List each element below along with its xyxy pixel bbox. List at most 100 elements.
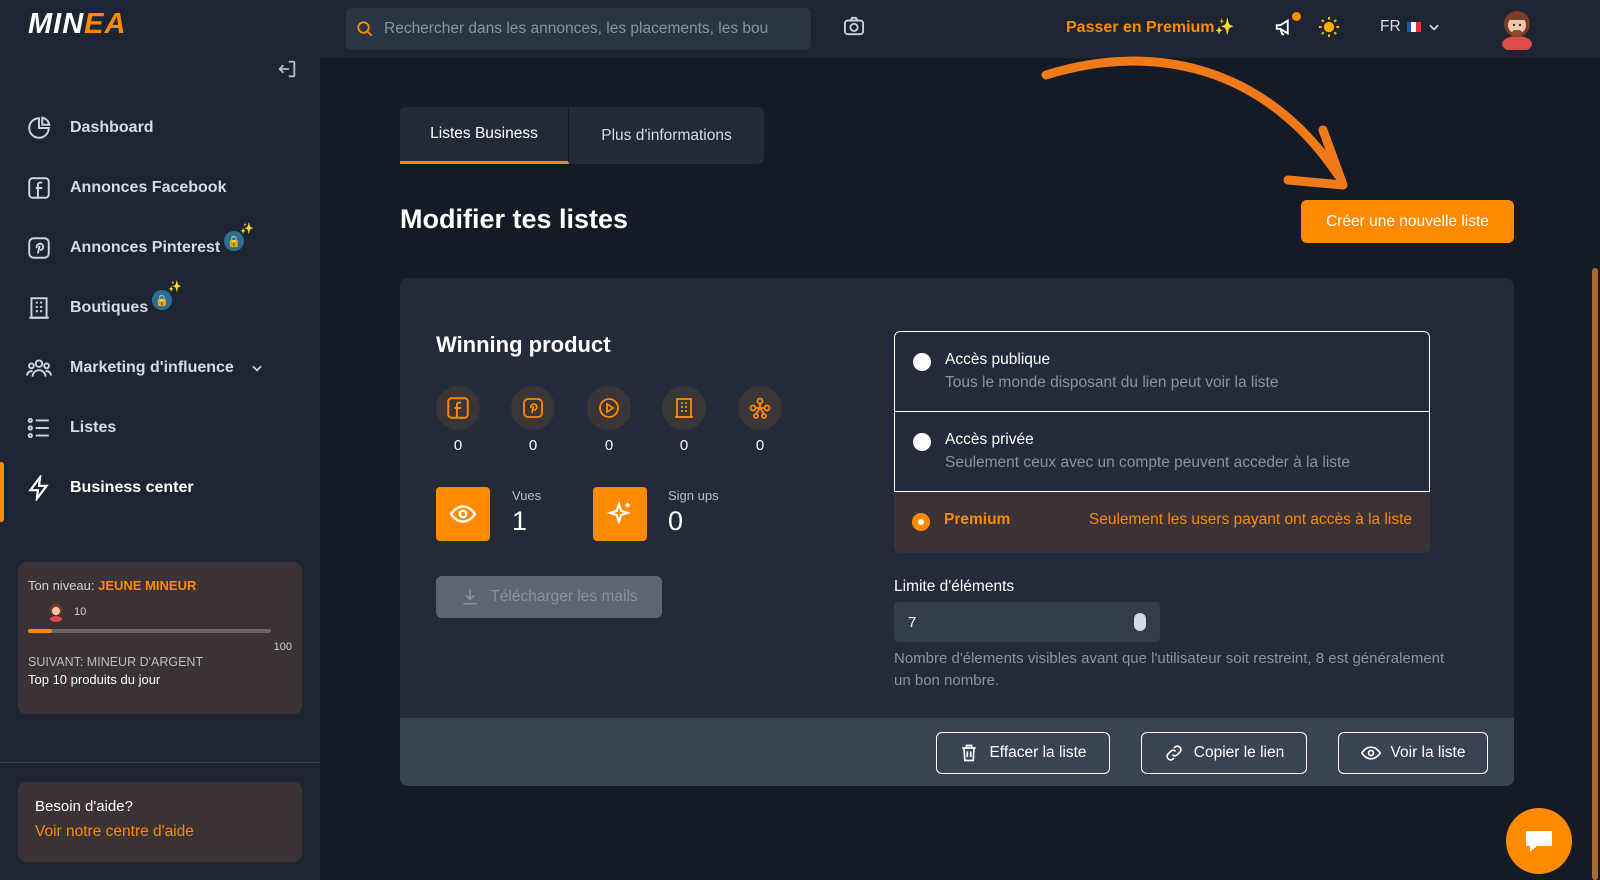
limit-value: 7: [908, 613, 917, 631]
level-current: 10: [74, 606, 87, 618]
avatar: [50, 604, 62, 622]
chevron-down-icon[interactable]: [250, 361, 264, 375]
bolt-icon: [28, 475, 49, 501]
eye-icon: [1360, 746, 1381, 760]
premium-link[interactable]: Passer en Premium✨: [1066, 17, 1234, 37]
chevron-down-icon: [1428, 24, 1439, 31]
scrollbar[interactable]: [1592, 268, 1598, 880]
view-list-button[interactable]: Voir la liste: [1338, 732, 1488, 774]
eye-icon: [450, 505, 476, 523]
sidebar-item-pinterest-ads[interactable]: Annonces Pinterest: [26, 228, 220, 268]
option-description: Tous le monde disposant du lien peut voi…: [945, 374, 1279, 391]
level-progress-fill: [28, 629, 53, 633]
sparkle-icon: [607, 501, 632, 526]
source-facebook: [436, 386, 480, 430]
button-label: Voir la liste: [1390, 744, 1466, 761]
pinterest-icon: [28, 237, 50, 259]
sidebar-item-label: Boutiques: [70, 299, 149, 316]
sparkle-icon: ✨: [168, 281, 182, 293]
search-bar[interactable]: [346, 8, 811, 50]
level-next-reward: Top 10 produits du jour: [28, 672, 161, 687]
source-count: 0: [528, 437, 538, 454]
chat-button[interactable]: [1506, 808, 1572, 874]
limit-label: Limite d'éléments: [894, 578, 1015, 595]
source-count: 0: [679, 437, 689, 454]
source-video: [587, 386, 631, 430]
level-max: 100: [273, 641, 292, 653]
trash-icon: [962, 744, 977, 762]
help-center-link[interactable]: Voir notre centre d'aide: [35, 823, 285, 841]
sidebar-item-label: Dashboard: [70, 119, 154, 136]
sidebar-item-label: Annonces Pinterest: [70, 239, 221, 256]
language-code: FR: [1380, 18, 1401, 35]
button-label: Copier le lien: [1193, 744, 1285, 761]
tab-business-lists[interactable]: Listes Business: [400, 107, 569, 164]
level-card: Ton niveau: JEUNE MINEUR 10 100 SUIVANT:…: [18, 562, 302, 714]
level-progress-bar: [28, 629, 271, 633]
avatar[interactable]: [1496, 4, 1538, 50]
copy-link-button[interactable]: Copier le lien: [1141, 732, 1307, 774]
sidebar: Dashboard Annonces Facebook Annonces Pin…: [0, 58, 320, 880]
page-title: Modifier tes listes: [400, 204, 629, 234]
level-heading: Ton niveau: JEUNE MINEUR: [28, 578, 197, 593]
language-selector[interactable]: FR: [1380, 18, 1441, 36]
sidebar-item-shops[interactable]: Boutiques: [26, 288, 148, 328]
tab-more-info[interactable]: Plus d'informations: [569, 107, 764, 164]
arrow-annotation-icon: [1041, 56, 1348, 190]
building-icon: [675, 398, 693, 418]
chat-icon: [1526, 831, 1552, 852]
number-stepper-icon[interactable]: [1134, 613, 1146, 631]
views-label: Vues: [512, 488, 542, 503]
option-title: Accès publique: [945, 351, 1051, 368]
facebook-icon: [447, 397, 469, 419]
collapse-sidebar-icon[interactable]: [276, 58, 298, 80]
source-count: 0: [453, 437, 463, 454]
sidebar-item-label: Annonces Facebook: [70, 179, 227, 196]
facebook-icon: [28, 177, 50, 199]
people-icon: [26, 359, 52, 377]
radio-private[interactable]: [913, 433, 931, 451]
clear-list-button[interactable]: Effacer la liste: [936, 732, 1110, 774]
building-icon: [29, 297, 49, 319]
source-shops: [662, 386, 706, 430]
signups-value: 0: [668, 506, 684, 536]
sparkle-icon: ✨: [240, 223, 254, 235]
play-icon: [599, 398, 619, 418]
search-icon: [357, 21, 373, 37]
sidebar-item-label: Marketing d'influence: [70, 359, 234, 376]
pinterest-icon: [523, 398, 543, 418]
button-label: Effacer la liste: [989, 744, 1087, 761]
access-private-option[interactable]: Accès privée Seulement ceux avec un comp…: [894, 411, 1430, 492]
list-name: Winning product: [436, 332, 611, 357]
camera-icon[interactable]: [843, 16, 865, 36]
signups-label: Sign ups: [668, 488, 719, 503]
list-card: Winning product 0 0 0 0 0 Vues 1 Sign up…: [400, 278, 1514, 786]
access-premium-option[interactable]: Premium Seulement les users payant ont a…: [894, 492, 1430, 553]
sidebar-item-lists[interactable]: Listes: [26, 408, 116, 448]
limit-input[interactable]: 7: [894, 602, 1160, 642]
sun-icon[interactable]: [1318, 16, 1340, 38]
sidebar-item-dashboard[interactable]: Dashboard: [26, 108, 154, 148]
download-emails-button[interactable]: Télécharger les mails: [436, 576, 662, 618]
help-title: Besoin d'aide?: [35, 798, 133, 815]
sidebar-item-influence[interactable]: Marketing d'influence: [26, 348, 264, 388]
network-icon: [749, 397, 771, 419]
radio-public[interactable]: [913, 353, 931, 371]
source-network: [738, 386, 782, 430]
minea-logo[interactable]: MINEA: [28, 8, 126, 41]
source-count: 0: [604, 437, 614, 454]
signups-stat-icon: [593, 487, 647, 541]
sidebar-divider: [0, 762, 320, 763]
radio-premium[interactable]: [912, 513, 930, 531]
create-list-button[interactable]: Créer une nouvelle liste: [1301, 200, 1514, 243]
source-count: 0: [755, 437, 765, 454]
sidebar-item-facebook-ads[interactable]: Annonces Facebook: [26, 168, 226, 208]
search-input[interactable]: [384, 20, 804, 38]
sparkle-icon: ✨: [1214, 19, 1235, 36]
sidebar-item-label: Listes: [70, 419, 117, 436]
sidebar-item-business-center[interactable]: Business center: [26, 468, 194, 508]
access-public-option[interactable]: Accès publique Tous le monde disposant d…: [894, 331, 1430, 412]
list-icon: [27, 417, 49, 439]
option-description: Seulement les users payant ont accès à l…: [1088, 511, 1412, 528]
option-title: Premium: [944, 511, 1011, 528]
